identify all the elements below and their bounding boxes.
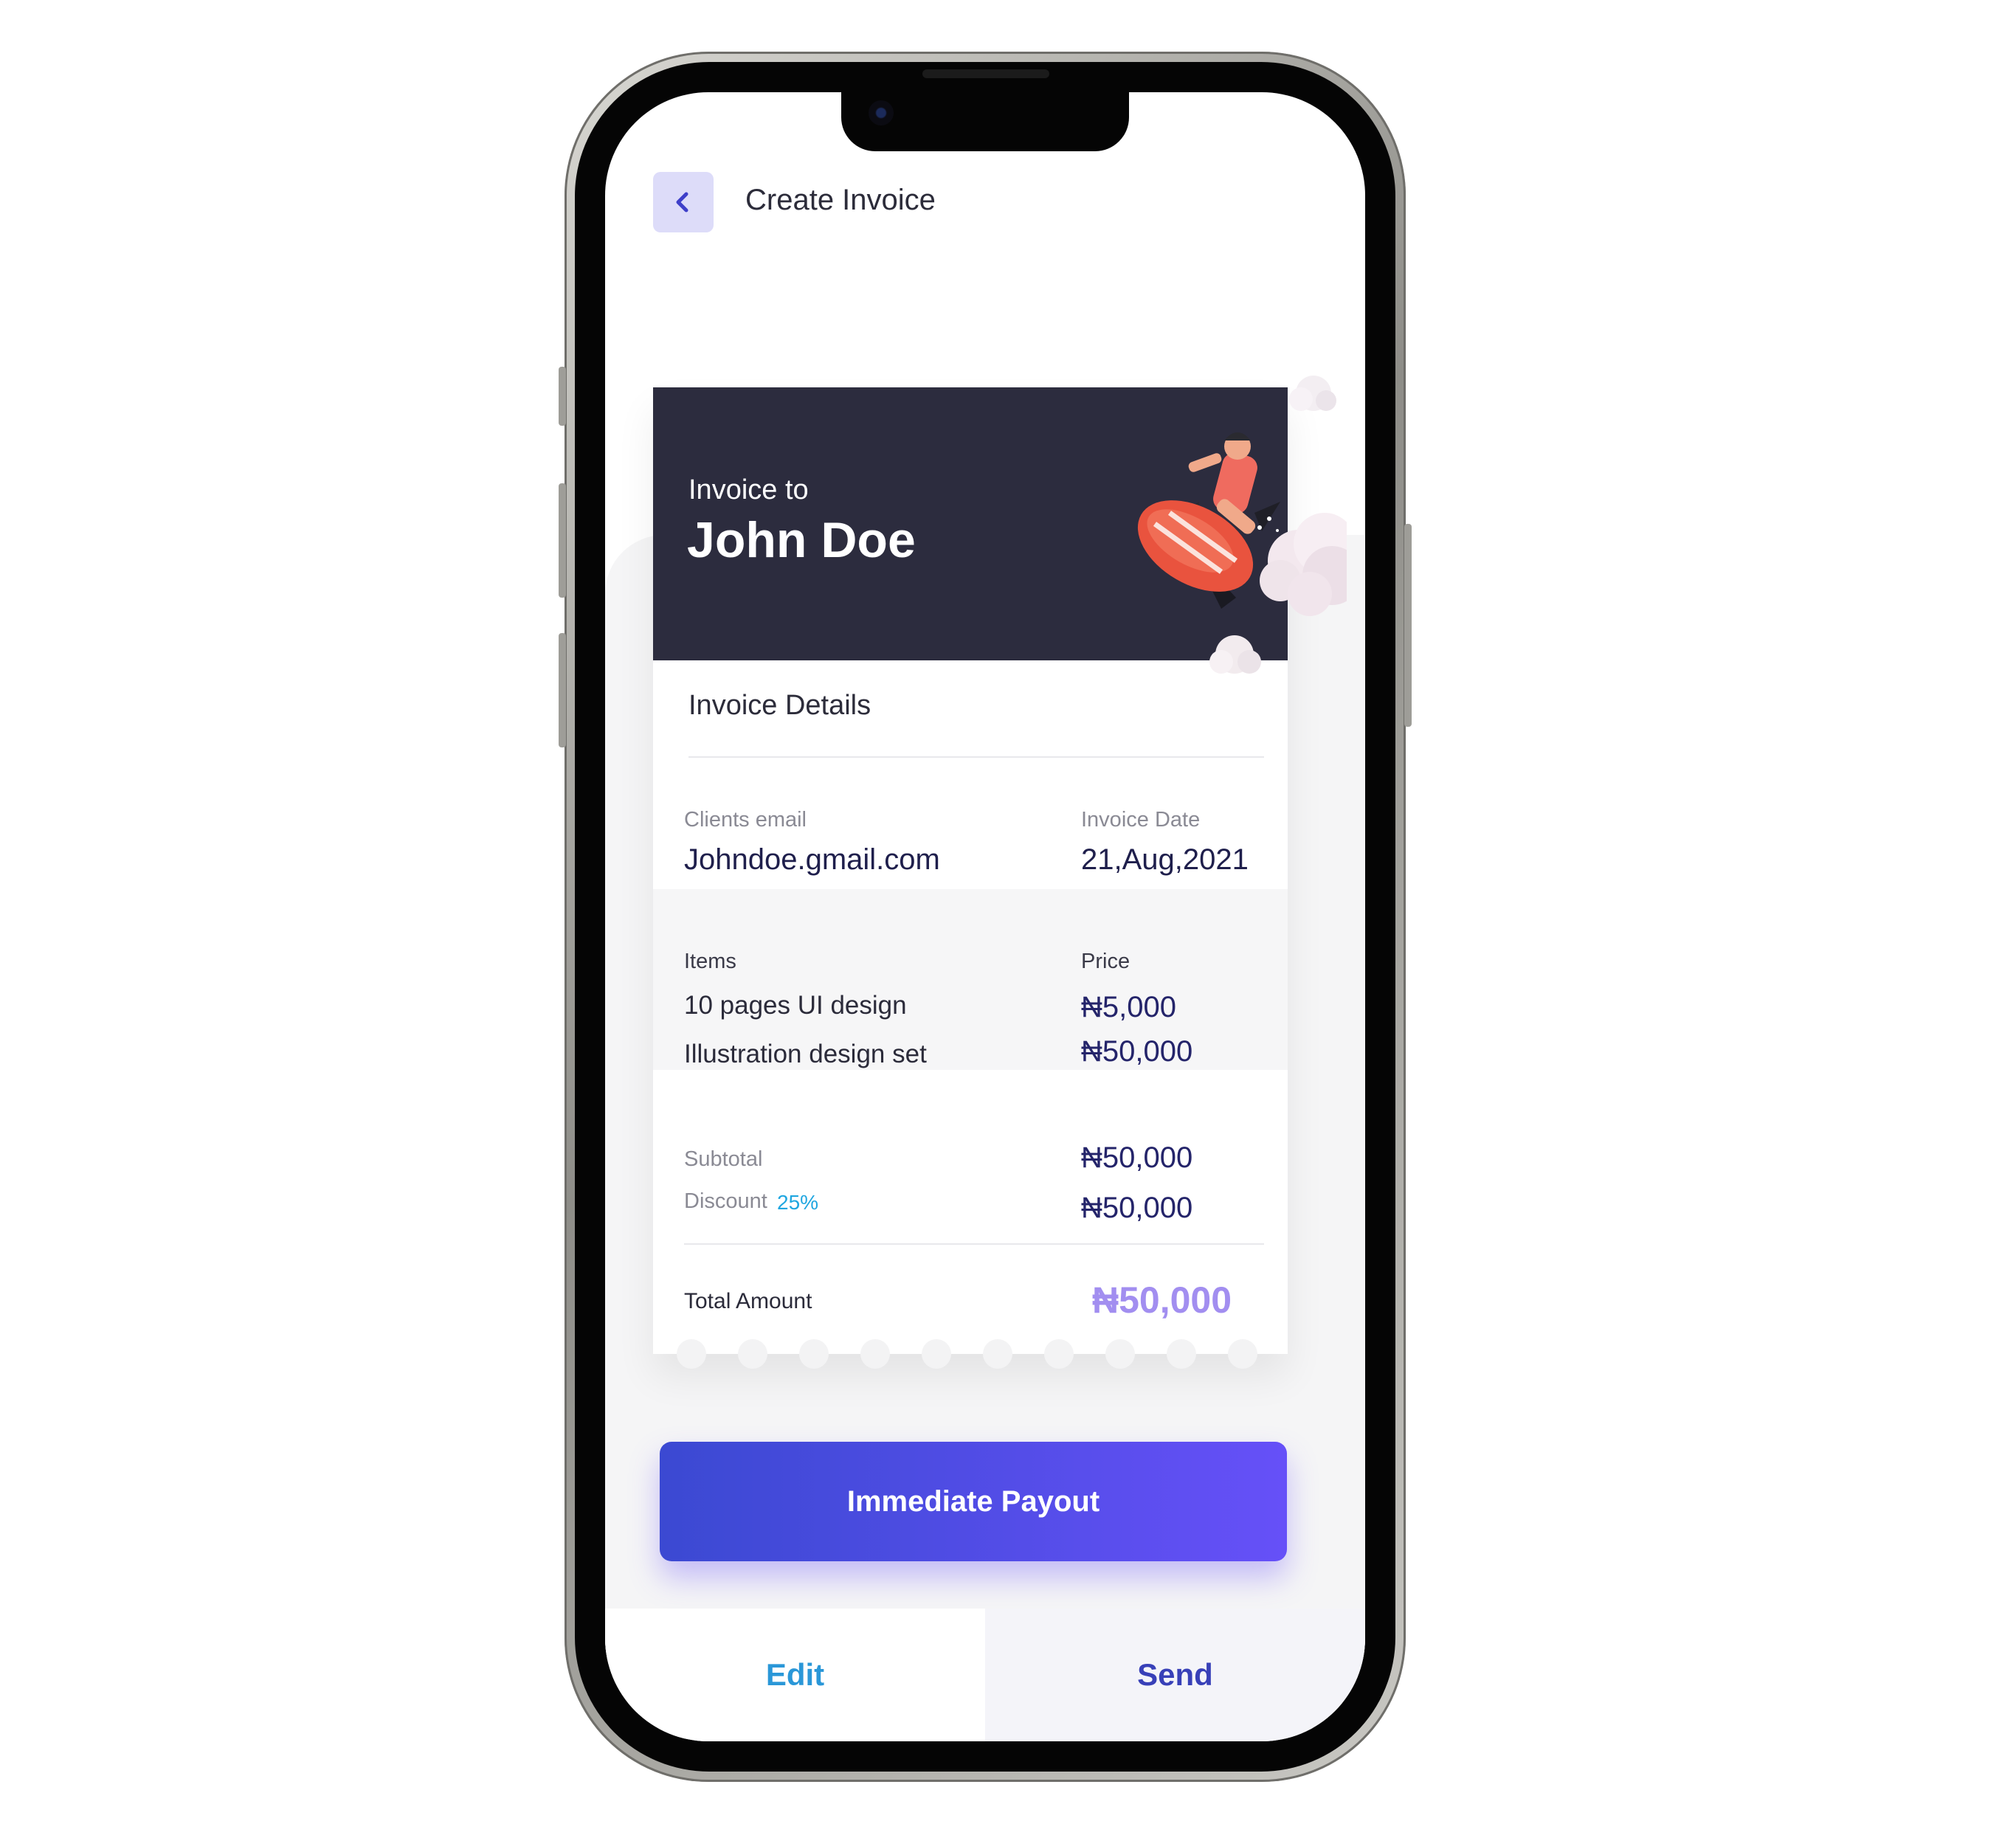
- power-button: [1404, 524, 1412, 727]
- item-name: Illustration design set: [684, 1040, 927, 1068]
- invoice-date-value: 21,Aug,2021: [1081, 843, 1249, 876]
- chevron-left-icon: [676, 192, 688, 212]
- invoice-card: Invoice to John Doe Invoice Details Clie…: [653, 376, 1347, 1369]
- subtotal-label: Subtotal: [684, 1147, 763, 1171]
- scallop: [1228, 1339, 1257, 1369]
- app-screen: Create Invoice Invoice to John Doe Invoi…: [605, 92, 1365, 1741]
- discount-percent: 25%: [777, 1191, 819, 1214]
- scallop: [799, 1339, 829, 1369]
- scallop: [1167, 1339, 1196, 1369]
- scallop: [738, 1339, 767, 1369]
- subtotal-value: ₦50,000: [1081, 1141, 1193, 1174]
- invoice-to-label: Invoice to: [688, 474, 809, 505]
- back-button[interactable]: [653, 172, 714, 232]
- scallop: [1044, 1339, 1074, 1369]
- discount-value: ₦50,000: [1081, 1192, 1193, 1224]
- clients-email-label: Clients email: [684, 808, 807, 832]
- rocket-rider-illustration: [1137, 376, 1347, 674]
- edit-button[interactable]: Edit: [605, 1609, 985, 1741]
- send-button[interactable]: Send: [985, 1609, 1365, 1741]
- price-header: Price: [1081, 950, 1130, 973]
- scallop: [983, 1339, 1012, 1369]
- divider: [684, 1243, 1264, 1245]
- front-camera: [869, 100, 894, 125]
- items-header: Items: [684, 950, 736, 973]
- total-amount-label: Total Amount: [684, 1289, 812, 1313]
- scallop: [677, 1339, 706, 1369]
- speaker: [922, 69, 1049, 78]
- scallop: [860, 1339, 890, 1369]
- scallop: [922, 1339, 951, 1369]
- scallop: [1105, 1339, 1135, 1369]
- invoice-date-label: Invoice Date: [1081, 808, 1201, 832]
- side-button: [559, 367, 566, 426]
- page-title: Create Invoice: [745, 184, 936, 216]
- client-name: John Doe: [687, 512, 916, 568]
- item-price: ₦5,000: [1081, 991, 1176, 1023]
- total-amount-value: ₦50,000: [1092, 1279, 1232, 1321]
- clients-email-value: Johndoe.gmail.com: [684, 843, 940, 876]
- volume-up-button: [559, 483, 566, 598]
- divider: [688, 756, 1264, 758]
- invoice-details-title: Invoice Details: [688, 690, 871, 721]
- discount-label: Discount: [684, 1189, 767, 1213]
- volume-down-button: [559, 633, 566, 747]
- item-price: ₦50,000: [1081, 1035, 1193, 1068]
- immediate-payout-button[interactable]: Immediate Payout: [660, 1442, 1287, 1561]
- item-name: 10 pages UI design: [684, 991, 907, 1020]
